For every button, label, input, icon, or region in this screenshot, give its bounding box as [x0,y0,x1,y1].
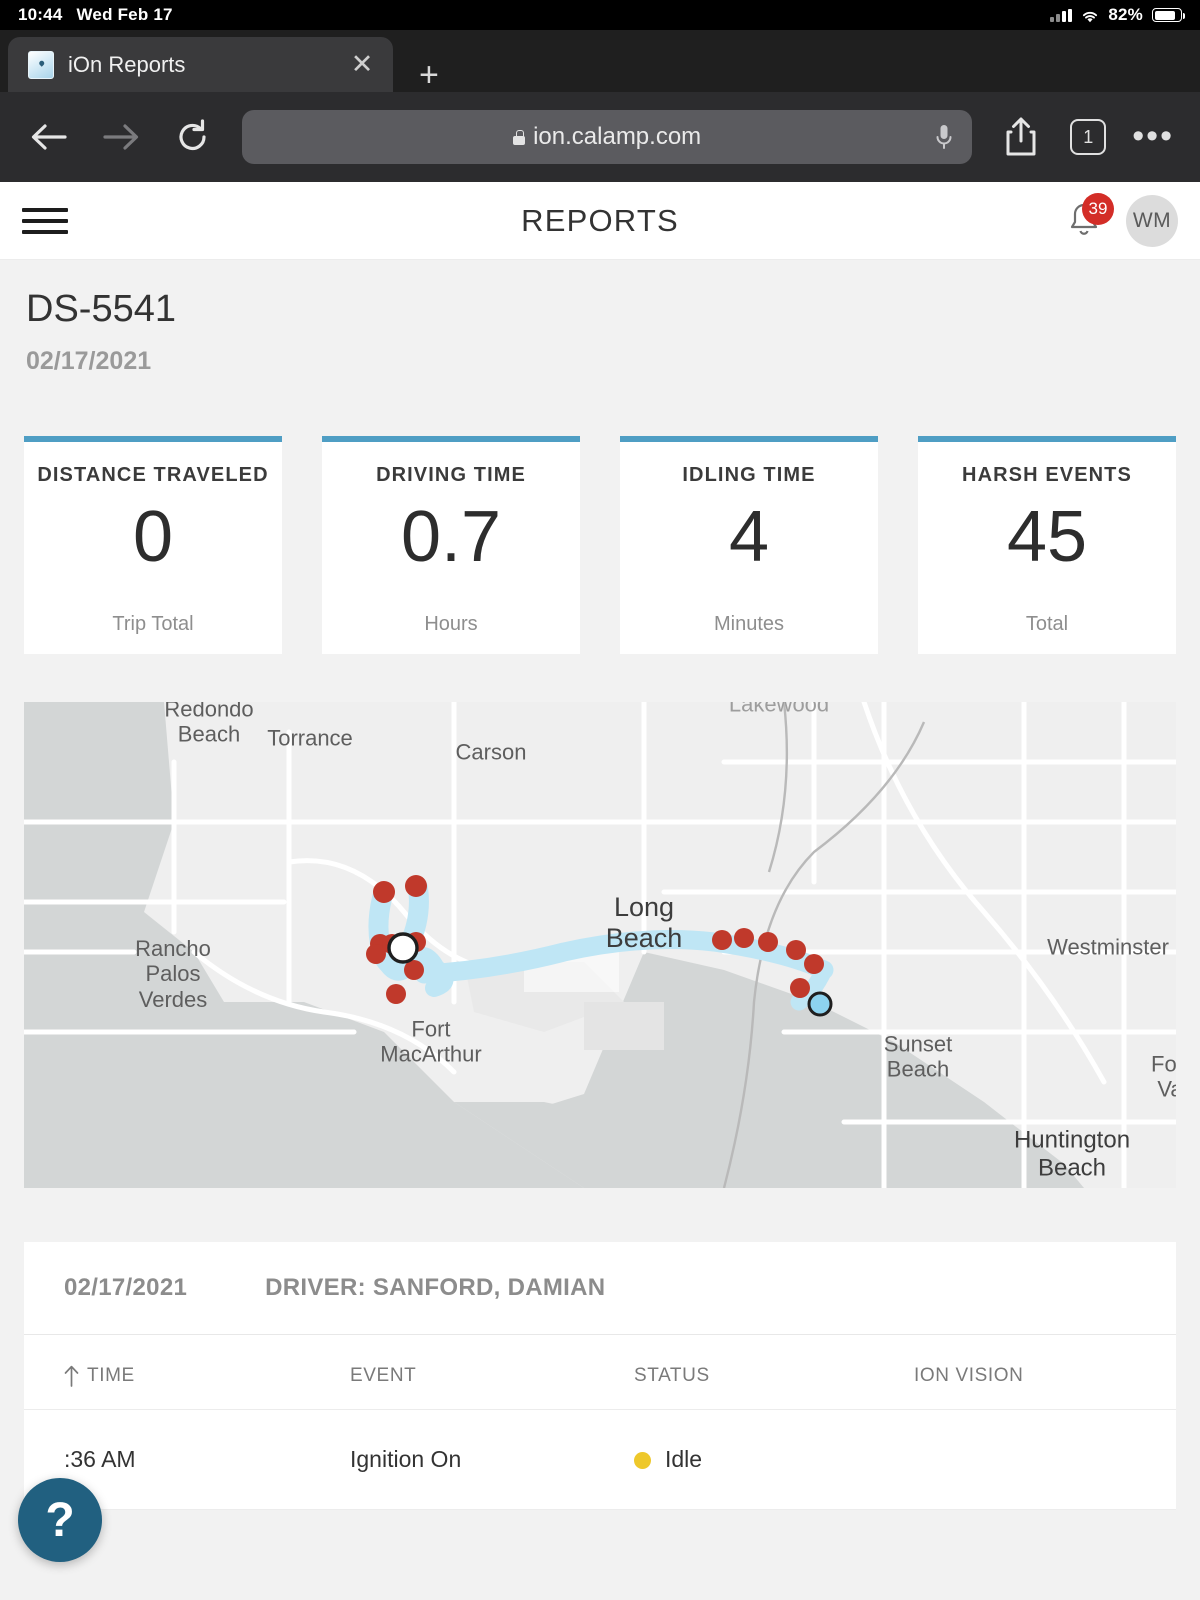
lock-icon [513,129,526,145]
notification-badge: 39 [1082,192,1114,225]
back-arrow-icon[interactable] [26,114,72,160]
ios-status-bar: 10:44 Wed Feb 17 82% [0,0,1200,30]
column-header-time[interactable]: TIME [64,1365,350,1387]
column-header-ion-vision[interactable]: ION VISION [914,1365,1136,1387]
stat-card-title: DISTANCE TRAVELED [37,464,269,486]
table-row[interactable]: :36 AM Ignition On Idle [24,1410,1176,1510]
status-bar-date: Wed Feb 17 [76,5,173,24]
hamburger-menu-icon[interactable] [22,207,68,234]
row-status: Idle [634,1446,914,1473]
microphone-icon[interactable] [934,123,954,151]
status-bar-time: 10:44 [18,5,63,24]
events-driver: DRIVER: SANFORD, DAMIAN [265,1274,606,1301]
trip-end-marker [807,991,833,1017]
stat-card-distance: DISTANCE TRAVELED 0 Trip Total [24,436,282,654]
stat-card-row: DISTANCE TRAVELED 0 Trip Total DRIVING T… [24,436,1176,654]
row-status-label: Idle [665,1446,703,1472]
report-page: DS-5541 02/17/2021 DISTANCE TRAVELED 0 T… [0,260,1200,1510]
cellular-signal-icon [1050,8,1073,22]
app-header: REPORTS 39 WM [0,182,1200,260]
stat-card-unit: Minutes [713,613,785,635]
stat-card-idling-time: IDLING TIME 4 Minutes [620,436,878,654]
page-title: REPORTS [521,202,679,238]
reload-icon[interactable] [170,114,216,160]
status-dot-icon [634,1452,651,1469]
forward-arrow-icon[interactable] [98,114,144,160]
stat-card-unit: Trip Total [112,613,194,635]
avatar[interactable]: WM [1126,194,1178,247]
stat-card-title: HARSH EVENTS [962,464,1132,486]
battery-percent-label: 82% [1108,5,1143,24]
events-column-headers: TIME EVENT STATUS ION VISION [24,1335,1176,1410]
browser-chrome: iOn Reports ✕ + ion.calamp.com 1 ••• [0,30,1200,182]
stat-card-driving-time: DRIVING TIME 0.7 Hours [322,436,580,654]
browser-toolbar: ion.calamp.com 1 ••• [0,92,1200,182]
notification-bell-icon[interactable]: 39 [1064,192,1114,243]
ion-reports-favicon [28,50,54,79]
more-options-icon[interactable]: ••• [1132,120,1174,153]
stat-card-value: 4 [728,497,770,577]
stat-card-harsh-events: HARSH EVENTS 45 Total [918,436,1176,654]
events-table: 02/17/2021 DRIVER: SANFORD, DAMIAN TIME … [24,1242,1176,1510]
stat-card-unit: Total [1025,613,1069,635]
url-text: ion.calamp.com [533,123,702,150]
share-icon[interactable] [998,114,1044,160]
url-bar[interactable]: ion.calamp.com [242,110,973,164]
stat-card-value: 0.7 [400,497,502,577]
stat-card-value: 0 [132,497,174,577]
vehicle-name: DS-5541 [26,288,176,330]
map-canvas [24,702,1176,1188]
stat-card-title: IDLING TIME [682,464,816,486]
tab-strip: iOn Reports ✕ + [0,30,1200,92]
events-table-header: 02/17/2021 DRIVER: SANFORD, DAMIAN [24,1242,1176,1335]
browser-tab[interactable]: iOn Reports ✕ [8,37,393,92]
report-date: 02/17/2021 [26,347,152,375]
tab-count-button[interactable]: 1 [1070,119,1107,155]
column-header-event[interactable]: EVENT [350,1365,634,1387]
row-event: Ignition On [350,1446,462,1472]
column-header-status[interactable]: STATUS [634,1365,914,1387]
stat-card-unit: Hours [424,613,478,635]
battery-icon [1152,8,1185,22]
row-time: :36 AM [64,1446,136,1472]
column-header-time-label: TIME [87,1365,135,1386]
tab-title: iOn Reports [68,51,186,77]
stat-card-title: DRIVING TIME [376,464,526,486]
close-icon[interactable]: ✕ [345,51,379,78]
wifi-icon [1081,8,1099,23]
events-date: 02/17/2021 [64,1274,188,1301]
trip-map[interactable]: Redondo Beach Torrance Carson Lakewood R… [24,702,1176,1188]
trip-start-marker [387,932,419,964]
new-tab-button[interactable]: + [419,58,439,92]
help-button[interactable]: ? [18,1478,102,1562]
stat-card-value: 45 [1006,497,1088,577]
sort-ascending-arrow-icon [64,1365,79,1387]
